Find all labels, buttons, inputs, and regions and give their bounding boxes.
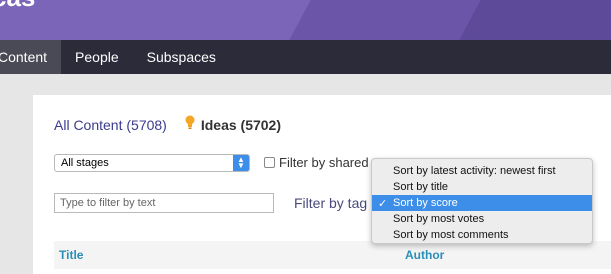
content-counts: All Content (5708) Ideas (5702) [54, 115, 281, 134]
sort-option-score[interactable]: ✓ Sort by score [372, 195, 592, 211]
main-nav: Content People Subspaces [0, 40, 611, 74]
sort-option-label: Sort by score [393, 197, 458, 209]
sort-option-title[interactable]: Sort by title [372, 179, 592, 195]
stage-select[interactable]: All stages ▲ ▼ [54, 154, 250, 172]
stage-select-value: All stages [61, 157, 109, 169]
table-header: Title Author [54, 241, 611, 269]
sort-option-label: Sort by most comments [393, 229, 509, 241]
text-filter-input[interactable] [54, 193, 274, 213]
column-author[interactable]: Author [405, 248, 444, 262]
sort-menu: Sort by latest activity: newest first So… [371, 158, 593, 244]
all-content-link[interactable]: All Content (5708) [54, 117, 167, 133]
ideas-link[interactable]: Ideas (5702) [201, 117, 281, 133]
sort-option-label: Sort by latest activity: newest first [393, 165, 556, 177]
sort-option-label: Sort by title [393, 181, 449, 193]
tab-people[interactable]: People [61, 40, 133, 74]
column-title[interactable]: Title [59, 248, 83, 262]
tab-subspaces[interactable]: Subspaces [133, 40, 230, 74]
sort-option-latest-activity[interactable]: Sort by latest activity: newest first [372, 163, 592, 179]
sort-option-most-votes[interactable]: Sort by most votes [372, 211, 592, 227]
lightbulb-icon [185, 115, 195, 134]
sort-option-most-comments[interactable]: Sort by most comments [372, 227, 592, 243]
sort-option-label: Sort by most votes [393, 213, 485, 225]
space-title: cas [0, 0, 35, 13]
select-arrows-icon: ▲ ▼ [233, 155, 249, 171]
checkmark-icon: ✓ [378, 197, 388, 210]
tab-content[interactable]: Content [0, 40, 62, 74]
header-banner: cas [0, 0, 611, 40]
shared-filter: Filter by shared [264, 155, 369, 170]
shared-filter-checkbox[interactable] [264, 157, 275, 168]
tag-filter-link[interactable]: Filter by tag [294, 195, 367, 211]
shared-filter-label: Filter by shared [279, 155, 369, 170]
